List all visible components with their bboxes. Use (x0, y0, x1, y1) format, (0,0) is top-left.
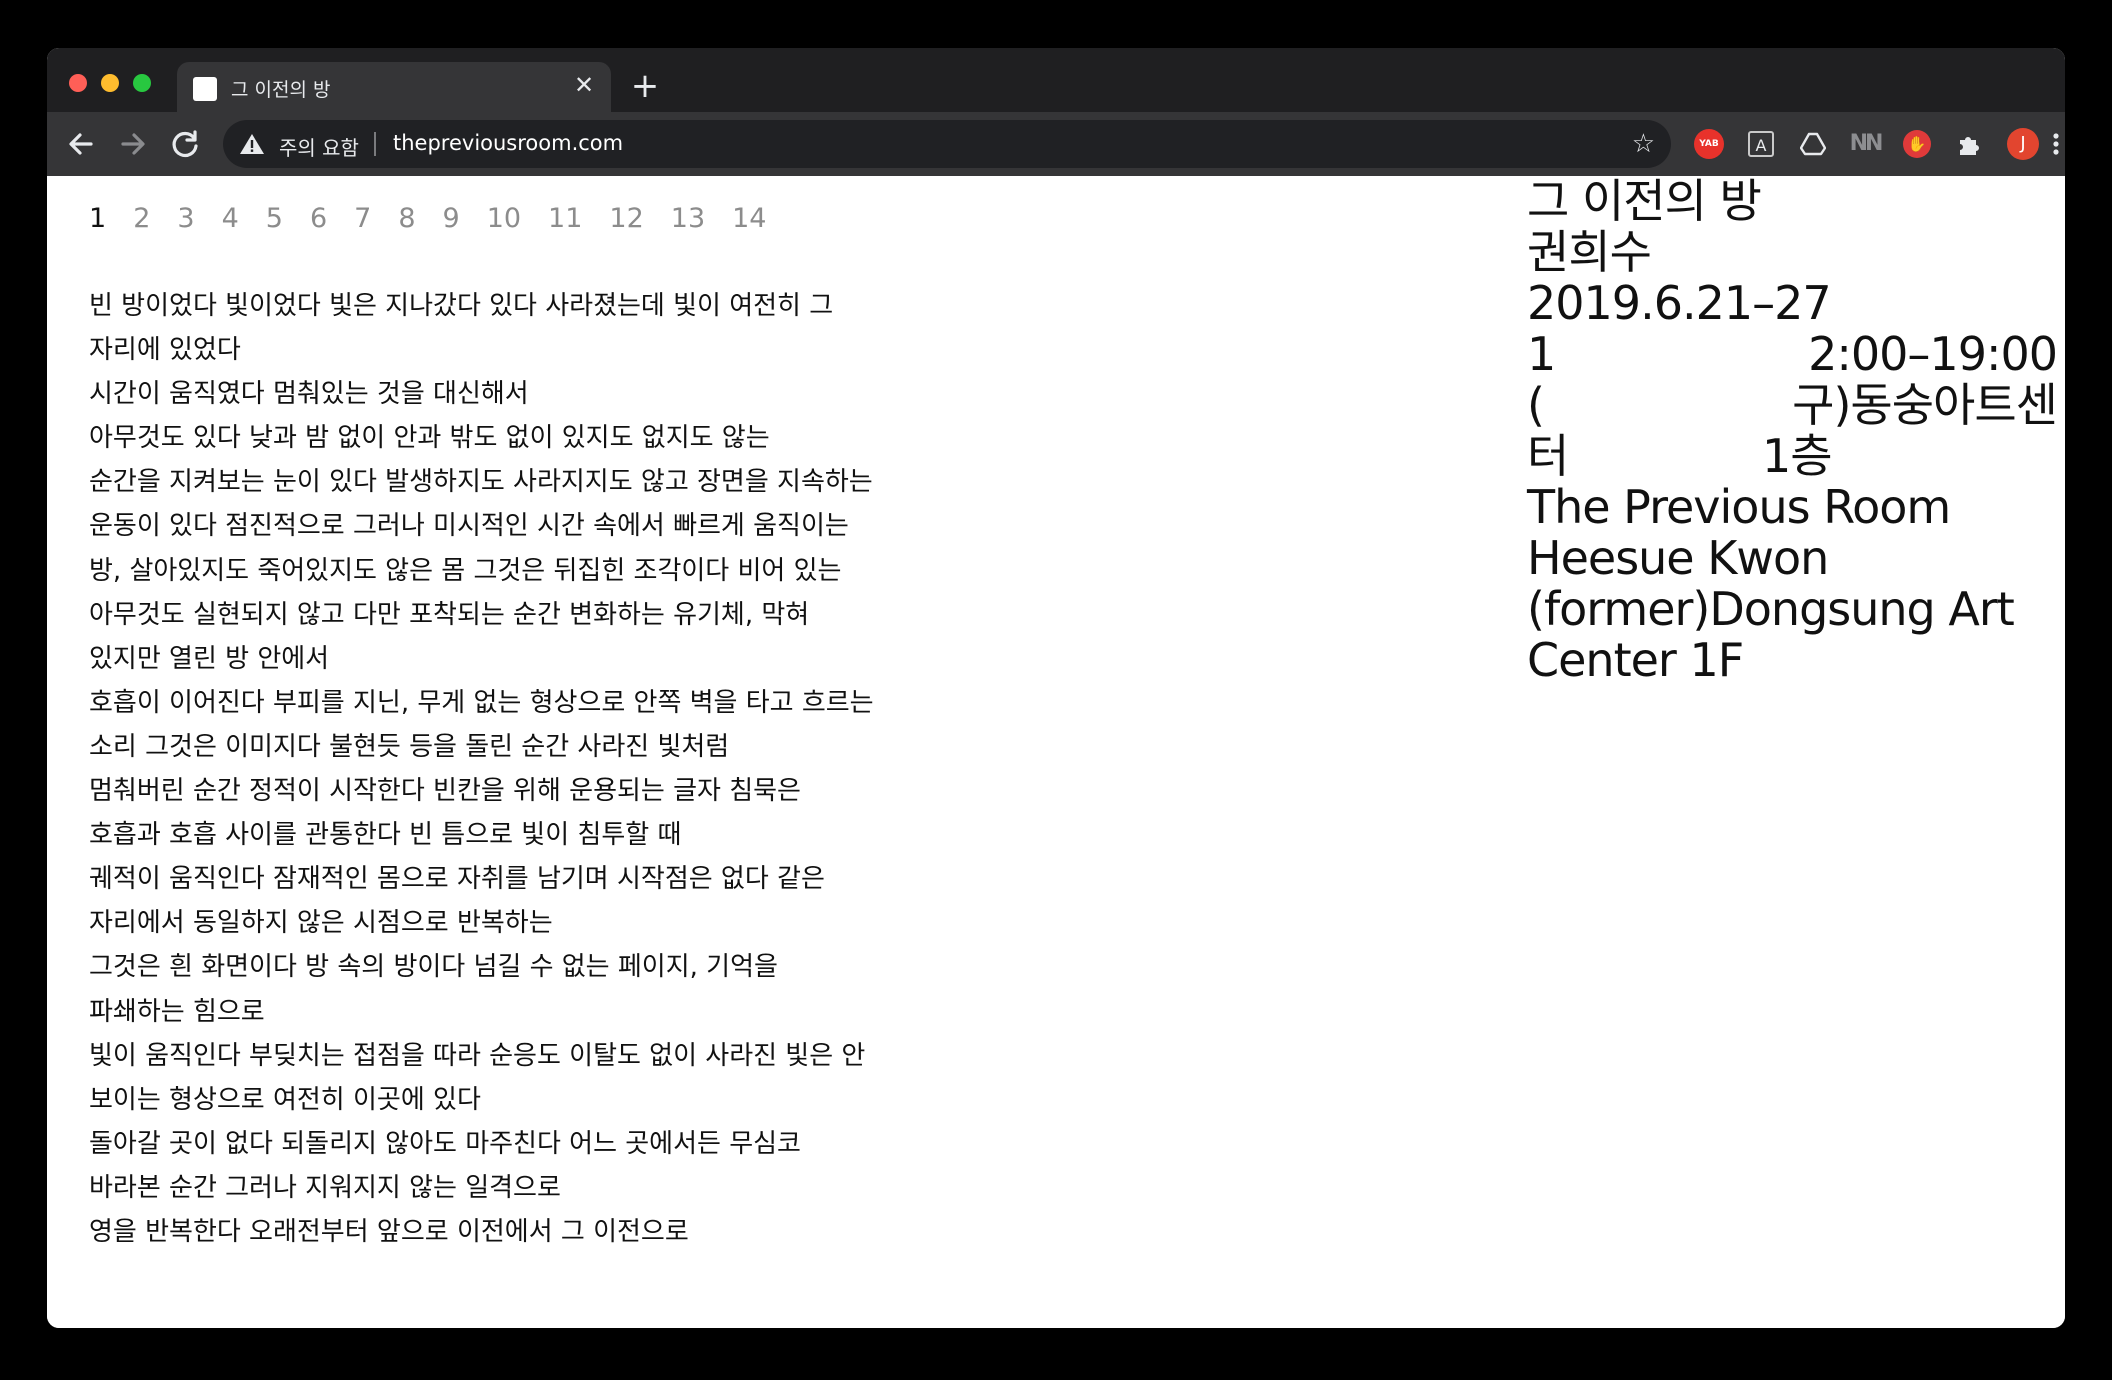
title-ko: 그 이전의 방 (1527, 174, 1762, 228)
more-menu-icon[interactable] (2047, 124, 2065, 164)
poem-line: 있지만 열린 방 안에서 (89, 643, 330, 674)
venue-ko-left: ( (1527, 378, 1545, 432)
opening-hours: 1 2:00–19:00 (1527, 327, 2058, 381)
poem-line: 빛이 움직인다 부딪치는 접점을 따라 순응도 이탈도 없이 사라진 빛은 안 (89, 1040, 866, 1071)
poem-text: 빈 방이었다 빛이었다 빛은 지나갔다 있다 사라졌는데 빛이 여전히 그자리에… (89, 284, 989, 1254)
hours-left: 1 (1527, 327, 1556, 381)
poem-line: 빈 방이었다 빛이었다 빛은 지나갔다 있다 사라졌는데 빛이 여전히 그 (89, 291, 834, 321)
venue-ko-cont-left: 터 (1527, 429, 1569, 483)
page-link-4[interactable]: 4 (222, 202, 239, 236)
page-link-1[interactable]: 1 (89, 202, 106, 236)
poem-line: 소리 그것은 이미지다 불현듯 등을 돌린 순간 사라진 빛처럼 (89, 731, 730, 762)
yab-extension-icon[interactable]: YAB (1693, 128, 1725, 160)
poem-line: 파쇄하는 힘으로 (89, 996, 265, 1027)
forward-icon[interactable] (113, 124, 153, 164)
poem-line: 방, 살아있지도 죽어있지도 않은 몸 그것은 뒤집힌 조각이다 비어 있는 (89, 555, 842, 586)
address-bar[interactable]: 주의 요함 thepreviousroom.com ☆ (223, 120, 1671, 168)
reload-icon[interactable] (165, 124, 205, 164)
venue-ko: ( 구)동숭아트센 (1527, 378, 2058, 432)
page-link-8[interactable]: 8 (398, 202, 415, 236)
poem-line: 자리에 있었다 (89, 335, 241, 366)
poem-line: 호흡과 호흡 사이를 관통한다 빈 틈으로 빛이 침투할 때 (89, 820, 682, 851)
page-link-14[interactable]: 14 (732, 202, 766, 236)
poem-line: 호흡이 이어진다 부피를 지닌, 무게 없는 형상으로 안쪽 벽을 타고 흐르는 (89, 687, 874, 718)
tab-close-icon[interactable]: ✕ (569, 70, 599, 100)
puzzle-extension-icon[interactable] (1953, 128, 1985, 160)
nn-extension-icon[interactable]: NN (1849, 128, 1884, 160)
profile-avatar[interactable]: J (2007, 128, 2039, 160)
tab-title: 그 이전의 방 (231, 79, 331, 101)
poem-line: 그것은 흰 화면이다 방 속의 방이다 넘길 수 없는 페이지, 기억을 (89, 952, 778, 983)
artist-ko: 권희수 (1527, 225, 1652, 279)
favicon-icon (193, 77, 217, 101)
page-link-11[interactable]: 11 (548, 202, 582, 236)
warning-icon[interactable] (239, 132, 265, 156)
venue-en-continued: Center 1F (1527, 633, 1744, 687)
artist-en: Heesue Kwon (1527, 531, 1829, 585)
page-link-2[interactable]: 2 (133, 202, 150, 236)
a-extension-icon[interactable]: A (1745, 128, 1777, 160)
poem-line: 자리에서 동일하지 않은 시점으로 반복하는 (89, 908, 553, 939)
new-tab-button[interactable]: + (627, 68, 663, 104)
drive-extension-icon[interactable] (1797, 128, 1829, 160)
page-content: 1 2 3 4 5 6 7 8 9 10 11 12 13 14 빈 방이었다 빛이었다 빛은 지나갔다 … (47, 176, 2065, 1328)
poem-line: 궤적이 움직인다 잠재적인 몸으로 자취를 남기며 시작점은 없다 같은 (89, 864, 825, 895)
exhibition-dates: 2019.6.21–27 (1527, 276, 1832, 330)
poem-line: 돌아갈 곳이 없다 되돌리지 않아도 마주친다 어느 곳에서든 무심코 (89, 1128, 801, 1159)
venue-ko-cont-right: 1층 (1762, 429, 1833, 483)
page-link-3[interactable]: 3 (177, 202, 194, 236)
bookmark-star-icon[interactable]: ☆ (1632, 130, 1655, 158)
page-link-6[interactable]: 6 (310, 202, 327, 236)
page-link-13[interactable]: 13 (671, 202, 705, 236)
page-link-5[interactable]: 5 (266, 202, 283, 236)
poem-line: 아무것도 있다 낮과 밤 없이 안과 밖도 없이 있지도 없지도 않는 (89, 423, 770, 454)
exhibition-info: 그 이전의 방 권희수 2019.6.21–27 1 2:00–19:00 ( … (1527, 174, 2058, 687)
maximize-window-button[interactable] (133, 74, 151, 92)
omnibox-divider (374, 132, 376, 156)
venue-ko-continued: 터 1층 (1527, 431, 2057, 482)
close-window-button[interactable] (69, 74, 87, 92)
browser-window: 그 이전의 방 ✕ + 주의 요함 thepreviousroom.com ☆ … (47, 48, 2065, 1328)
venue-ko-right: 구)동숭아트센 (1792, 378, 2058, 432)
poem-line: 멈춰버린 순간 정적이 시작한다 빈칸을 위해 운용되는 글자 침묵은 (89, 776, 801, 807)
red-extension-icon[interactable]: ✋ (1901, 128, 1933, 160)
minimize-window-button[interactable] (101, 74, 119, 92)
browser-toolbar: 주의 요함 thepreviousroom.com ☆ YAB A NN ✋ J (47, 112, 2065, 176)
url-text[interactable]: thepreviousroom.com (393, 131, 623, 155)
poem-line: 순간을 지켜보는 눈이 있다 발생하지도 사라지지도 않고 장면을 지속하는 (89, 467, 873, 498)
title-en: The Previous Room (1527, 480, 1951, 534)
tab-strip: 그 이전의 방 ✕ + (47, 48, 2065, 112)
poem-line: 보이는 형상으로 여전히 이곳에 있다 (89, 1084, 481, 1115)
poem-line: 시간이 움직였다 멈춰있는 것을 대신해서 (89, 379, 529, 410)
security-status[interactable]: 주의 요함 (279, 132, 359, 161)
page-link-7[interactable]: 7 (354, 202, 371, 236)
page-link-12[interactable]: 12 (609, 202, 643, 236)
browser-tab[interactable]: 그 이전의 방 ✕ (177, 62, 611, 112)
page-navigation: 1 2 3 4 5 6 7 8 9 10 11 12 13 14 (89, 202, 766, 236)
back-icon[interactable] (61, 124, 101, 164)
poem-line: 운동이 있다 점진적으로 그러나 미시적인 시간 속에서 빠르게 움직이는 (89, 511, 849, 542)
page-link-9[interactable]: 9 (443, 202, 460, 236)
poem-line: 아무것도 실현되지 않고 다만 포착되는 순간 변화하는 유기체, 막혀 (89, 599, 810, 630)
poem-line: 영을 반복한다 오래전부터 앞으로 이전에서 그 이전으로 (89, 1216, 689, 1247)
poem-line: 바라본 순간 그러나 지워지지 않는 일격으로 (89, 1172, 561, 1203)
page-link-10[interactable]: 10 (487, 202, 521, 236)
venue-en: (former)Dongsung Art (1527, 582, 2015, 636)
hours-right: 2:00–19:00 (1808, 327, 2058, 381)
